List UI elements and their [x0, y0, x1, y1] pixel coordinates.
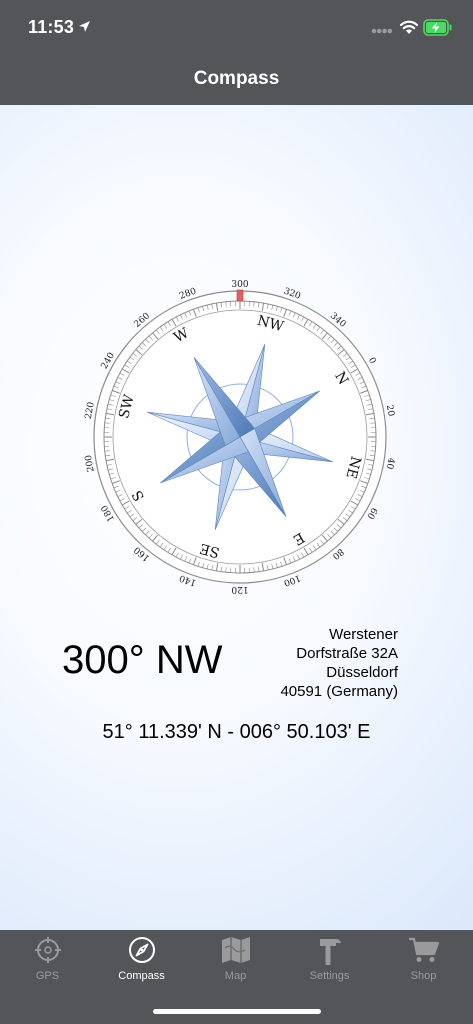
wifi-icon [399, 20, 419, 34]
degree-label: 300 [231, 280, 248, 290]
crosshair-icon [34, 937, 61, 963]
tab-gps[interactable]: GPS [0, 930, 95, 1000]
compass-rose: 0204060801001201401601802002202402602803… [84, 280, 396, 594]
tab-label: Compass [118, 970, 165, 982]
tab-label: Settings [309, 970, 350, 982]
degree-label: 40 [384, 457, 396, 470]
top-bar: 11:53 Compass [0, 0, 473, 105]
status-time: 11:53 [28, 17, 75, 37]
degree-label: 20 [384, 404, 396, 417]
battery-charging-icon [423, 19, 452, 36]
cellular-signal-icon [371, 28, 393, 34]
address-line: Werstener [329, 626, 398, 643]
address-line: Dorfstraße 32A [296, 645, 398, 662]
address-line: Düsseldorf [326, 664, 398, 681]
tab-map[interactable]: Map [188, 930, 283, 1000]
tab-label: Map [224, 970, 247, 982]
heading-marker [236, 289, 244, 302]
gps-coordinates: 51° 11.339' N - 006° 50.103' E [102, 721, 371, 743]
home-indicator[interactable] [153, 1009, 321, 1014]
compass-screen: 11:53 Compass 0 20 40 60 80 100 120 140 … [0, 0, 473, 1024]
degree-label: 120 [231, 584, 248, 594]
tab-compass[interactable]: Compass [94, 930, 189, 1000]
page-title: Compass [193, 68, 280, 89]
compass-icon [128, 937, 155, 963]
location-arrow-icon [79, 21, 90, 32]
tab-label: Shop [410, 970, 437, 982]
heading-readout: 300° NW [62, 638, 223, 682]
address-line: 40591 (Germany) [280, 683, 398, 700]
address-block: Werstener Dorfstraße 32A Düsseldorf 4059… [280, 625, 398, 701]
tab-label: GPS [35, 970, 60, 982]
tab-settings[interactable]: Settings [282, 930, 377, 1000]
cart-icon [408, 937, 439, 962]
compass-content: 0 20 40 60 80 100 120 140 160 180 200 220 240 260 280 3… [0, 105, 473, 930]
degree-label: 0 [366, 356, 378, 366]
map-icon [221, 937, 250, 963]
hammer-icon [319, 939, 341, 965]
tab-shop[interactable]: Shop [376, 930, 471, 1000]
